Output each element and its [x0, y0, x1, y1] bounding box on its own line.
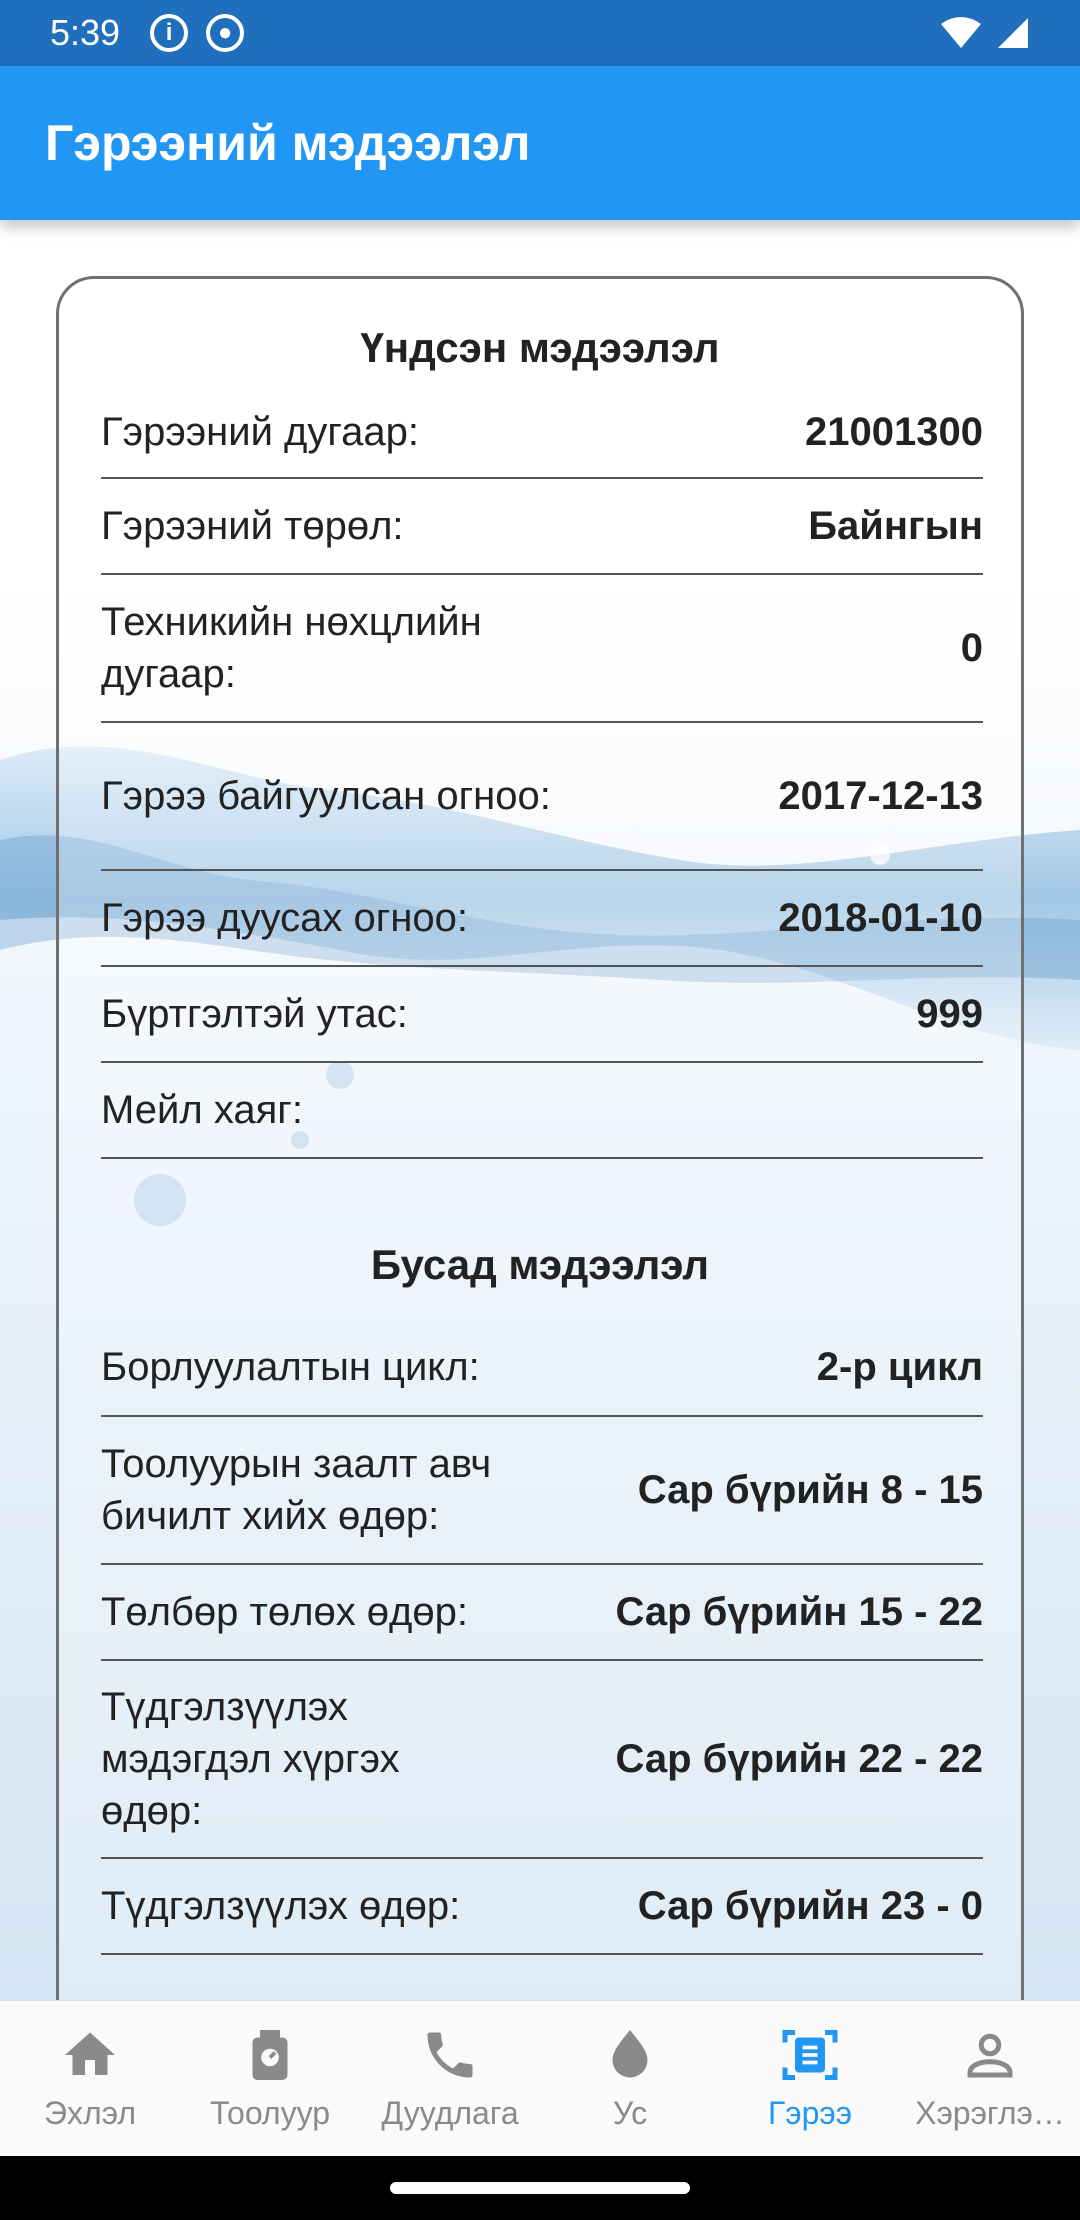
- meter-icon: [252, 2030, 288, 2080]
- main-info-title: Үндсэн мэдээлэл: [360, 324, 720, 371]
- page-title: Гэрээний мэдээлэл: [45, 115, 531, 171]
- row-label: Мейл хаяг:: [101, 1088, 303, 1132]
- info-row: Гэрээний төрөл: Байнгын: [101, 479, 983, 575]
- app-bar: Гэрээний мэдээлэл: [0, 66, 1080, 220]
- row-value: 999: [916, 991, 983, 1036]
- gesture-navigation-bar: [0, 2156, 1080, 2220]
- info-icon: i: [150, 14, 189, 52]
- app-notification-icon: ●: [206, 14, 245, 52]
- nav-item-home[interactable]: Эхлэл: [0, 2001, 180, 2156]
- user-icon: [967, 2033, 1013, 2078]
- info-row: Гэрээ байгуулсан огноо: 2017-12-13: [101, 723, 983, 871]
- info-row: Тоолуурын заалт авч бичилт хийх өдөр: Са…: [101, 1417, 983, 1565]
- row-label: Техникийн нөхцлийн дугаар:: [101, 600, 482, 696]
- nav-item-contract[interactable]: Гэрээ: [720, 2001, 900, 2156]
- contract-icon: [782, 2030, 838, 2080]
- info-row: Түдгэлзүүлэх өдөр: Сар бүрийн 23 - 0: [101, 1859, 983, 1955]
- info-row: Төлбөр төлөх өдөр: Сар бүрийн 15 - 22: [101, 1565, 983, 1661]
- phone-icon: [427, 2032, 473, 2078]
- status-time: 5:39: [50, 12, 121, 53]
- row-label: Түдгэлзүүлэх мэдэгдэл хүргэх өдөр:: [101, 1685, 400, 1833]
- nav-label: Гэрээ: [767, 2095, 853, 2131]
- row-label: Гэрээ дуусах огноо:: [101, 896, 469, 940]
- nav-item-calls[interactable]: Дуудлага: [360, 2001, 540, 2156]
- info-row: Түдгэлзүүлэх мэдэгдэл хүргэх өдөр: Сар б…: [101, 1661, 983, 1859]
- contract-info-card: Үндсэн мэдээлэл Гэрээний дугаар: 2100130…: [56, 276, 1024, 2036]
- row-label: Тоолуурын заалт авч бичилт хийх өдөр:: [101, 1442, 492, 1538]
- water-drop-icon: [612, 2030, 648, 2078]
- info-row: Гэрээ дуусах огноо: 2018-01-10: [101, 871, 983, 967]
- nav-label: Дуудлага: [381, 2095, 519, 2131]
- row-value: 0: [960, 625, 983, 670]
- row-value: 2-р цикл: [816, 1344, 983, 1389]
- row-value: 2017-12-13: [778, 773, 983, 818]
- nav-label: Ус: [612, 2095, 648, 2131]
- home-gesture-handle[interactable]: [390, 2182, 690, 2194]
- nav-item-water[interactable]: Ус: [540, 2001, 720, 2156]
- info-row: Гэрээний дугаар: 21001300: [101, 387, 983, 479]
- row-value: Сар бүрийн 22 - 22: [615, 1736, 983, 1781]
- nav-item-meter[interactable]: Тоолуур: [180, 2001, 360, 2156]
- home-icon: [65, 2032, 115, 2075]
- wifi-icon: [941, 17, 981, 48]
- info-row: Борлуулалтын цикл: 2-р цикл: [101, 1319, 983, 1417]
- row-value: 2018-01-10: [778, 895, 983, 940]
- row-value: Сар бүрийн 15 - 22: [615, 1589, 983, 1634]
- info-row: Техникийн нөхцлийн дугаар: 0: [101, 575, 983, 723]
- status-bar: 5:39 i ●: [0, 0, 1080, 66]
- nav-item-user[interactable]: Хэрэглэ…: [900, 2001, 1080, 2156]
- row-value: Сар бүрийн 8 - 15: [637, 1467, 983, 1512]
- row-label: Борлуулалтын цикл:: [101, 1345, 480, 1389]
- row-value: 21001300: [805, 409, 983, 454]
- row-label: Төлбөр төлөх өдөр:: [101, 1590, 468, 1634]
- nav-label: Хэрэглэ…: [915, 2095, 1065, 2131]
- bottom-navigation: Эхлэл Тоолуур Дуудлага Ус Гэрээ Хэрэглэ…: [0, 2000, 1080, 2156]
- nav-label: Тоолуур: [209, 2095, 331, 2131]
- row-label: Гэрээ байгуулсан огноо:: [101, 774, 551, 818]
- row-label: Гэрээний дугаар:: [101, 410, 419, 454]
- signal-icon: [998, 18, 1028, 48]
- row-label: Түдгэлзүүлэх өдөр:: [101, 1884, 461, 1928]
- row-label: Гэрээний төрөл:: [101, 504, 404, 548]
- other-info-title: Бусад мэдээлэл: [370, 1241, 710, 1288]
- nav-label: Эхлэл: [44, 2095, 136, 2131]
- row-label: Бүртгэлтэй утас:: [101, 992, 408, 1036]
- row-value: Сар бүрийн 23 - 0: [637, 1883, 983, 1928]
- info-row: Мейл хаяг:: [101, 1063, 983, 1159]
- info-row: Бүртгэлтэй утас: 999: [101, 967, 983, 1063]
- row-value: Байнгын: [808, 503, 983, 548]
